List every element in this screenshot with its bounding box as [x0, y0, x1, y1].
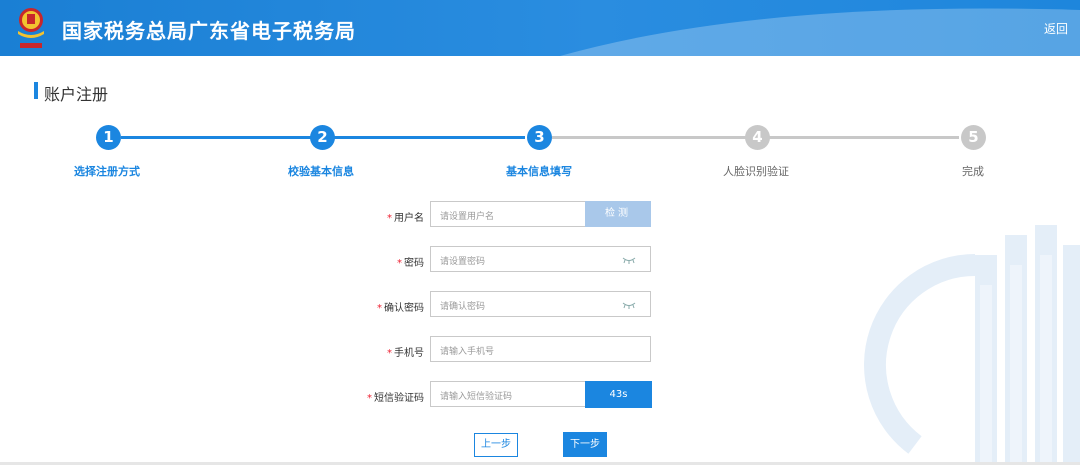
- required-mark: *: [387, 213, 392, 224]
- step-5-circle: 5: [961, 125, 986, 150]
- check-username-button[interactable]: 检测: [585, 201, 651, 227]
- step-1-label: 选择注册方式: [74, 165, 140, 178]
- back-link[interactable]: 返回: [1044, 20, 1068, 37]
- phone-placeholder: 请输入手机号: [440, 347, 495, 357]
- step-2-label: 校验基本信息: [288, 165, 354, 178]
- password-placeholder: 请设置密码: [440, 257, 486, 267]
- required-mark: *: [377, 303, 382, 314]
- username-label: * 用户名: [387, 213, 424, 224]
- eye-closed-icon[interactable]: [622, 301, 636, 309]
- required-mark: *: [397, 258, 402, 269]
- phone-label: * 手机号: [387, 348, 424, 359]
- eye-closed-icon[interactable]: [622, 256, 636, 264]
- header-decoration: [560, 8, 1080, 56]
- section-accent-bar: [34, 82, 38, 99]
- password-input[interactable]: 请设置密码: [430, 246, 651, 272]
- password-label: * 密码: [397, 258, 424, 269]
- tax-emblem-icon: [18, 8, 44, 48]
- sms-code-input[interactable]: 请输入短信验证码: [430, 381, 586, 407]
- step-2-circle: 2: [310, 125, 335, 150]
- step-1-circle: 1: [96, 125, 121, 150]
- step-4-label: 人脸识别验证: [723, 165, 789, 178]
- step-3-label: 基本信息填写: [506, 165, 572, 178]
- sms-code-placeholder: 请输入短信验证码: [440, 392, 513, 402]
- username-input[interactable]: 请设置用户名: [430, 201, 586, 227]
- phone-input[interactable]: 请输入手机号: [430, 336, 651, 362]
- username-placeholder: 请设置用户名: [440, 212, 495, 222]
- confirm-password-placeholder: 请确认密码: [440, 302, 486, 312]
- confirm-password-label: * 确认密码: [377, 303, 424, 314]
- prev-step-button[interactable]: 上一步: [474, 433, 518, 457]
- step-3-circle: 3: [527, 125, 552, 150]
- required-mark: *: [387, 348, 392, 359]
- tax-watermark-graphic: [864, 225, 1080, 465]
- sms-countdown-button[interactable]: 43s: [585, 381, 652, 408]
- site-title: 国家税务总局广东省电子税务局: [62, 19, 356, 43]
- step-4-circle: 4: [745, 125, 770, 150]
- next-step-button[interactable]: 下一步: [563, 432, 607, 457]
- top-header: 国家税务总局广东省电子税务局 返回: [0, 0, 1080, 56]
- step-5-label: 完成: [962, 165, 984, 178]
- page-title: 账户注册: [44, 85, 109, 104]
- sms-code-label: * 短信验证码: [367, 393, 424, 404]
- confirm-password-input[interactable]: 请确认密码: [430, 291, 651, 317]
- required-mark: *: [367, 393, 372, 404]
